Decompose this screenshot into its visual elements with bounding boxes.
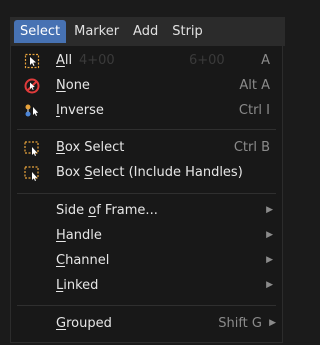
menu-item-linked[interactable]: Linked ▶ — [11, 274, 282, 299]
menu-separator — [17, 193, 276, 194]
submenu-arrow-icon: ▶ — [266, 205, 273, 215]
menu-separator — [17, 305, 276, 306]
submenu-arrow-icon: ▶ — [269, 318, 276, 328]
menu-separator — [17, 129, 276, 130]
shortcut-label: Ctrl B — [233, 140, 270, 155]
menu-item-label: Linked — [56, 278, 99, 293]
menu-item-label: Box Select (Include Handles) — [56, 165, 243, 180]
submenu-arrow-icon: ▶ — [266, 280, 273, 290]
box-select-icon — [24, 141, 39, 156]
shortcut-label: Shift G — [218, 316, 262, 331]
menu-item-label: Handle — [56, 228, 102, 243]
background-ghost-text: 4+00 — [79, 53, 115, 68]
menu-strip[interactable]: Strip — [166, 20, 209, 43]
menu-item-grouped[interactable]: Grouped Shift G ▶ — [11, 312, 282, 337]
menu-item-label: Grouped — [56, 316, 112, 331]
menu-item-label: Side of Frame... — [56, 203, 158, 218]
menu-item-label: Inverse — [56, 103, 104, 118]
select-inverse-icon — [25, 104, 39, 117]
submenu-arrow-icon: ▶ — [266, 255, 273, 265]
menu-item-none[interactable]: None Alt A — [11, 74, 282, 99]
menu-add[interactable]: Add — [127, 20, 164, 43]
box-select-handles-icon — [24, 166, 39, 181]
menu-item-channel[interactable]: Channel ▶ — [11, 249, 282, 274]
menu-item-all[interactable]: All 4+00 6+00 A — [11, 49, 282, 74]
select-none-icon — [24, 78, 40, 94]
menu-select[interactable]: Select — [14, 20, 67, 43]
menu-item-label: All — [56, 53, 73, 68]
submenu-arrow-icon: ▶ — [266, 230, 273, 240]
menu-item-label: Channel — [56, 253, 110, 268]
menu-item-box-select[interactable]: Box Select Ctrl B — [11, 136, 282, 161]
background-ghost-text: 6+00 — [189, 53, 225, 68]
select-all-icon — [24, 53, 40, 69]
shortcut-label: Alt A — [239, 78, 270, 93]
menu-item-label: Box Select — [56, 140, 125, 155]
shortcut-label: Ctrl I — [238, 103, 270, 118]
shortcut-label: A — [261, 53, 270, 68]
menu-item-label: None — [56, 78, 90, 93]
menu-item-handle[interactable]: Handle ▶ — [11, 224, 282, 249]
menu-item-side-of-frame[interactable]: Side of Frame... ▶ — [11, 199, 282, 224]
menu-item-box-select-include-handles[interactable]: Box Select (Include Handles) — [11, 161, 282, 186]
menu-marker[interactable]: Marker — [68, 20, 125, 43]
menu-item-inverse[interactable]: Inverse Ctrl I — [11, 99, 282, 124]
menu-bar: Select Marker Add Strip — [10, 17, 285, 46]
select-dropdown-menu: All 4+00 6+00 A None Alt A Inverse Ctrl … — [10, 46, 283, 343]
